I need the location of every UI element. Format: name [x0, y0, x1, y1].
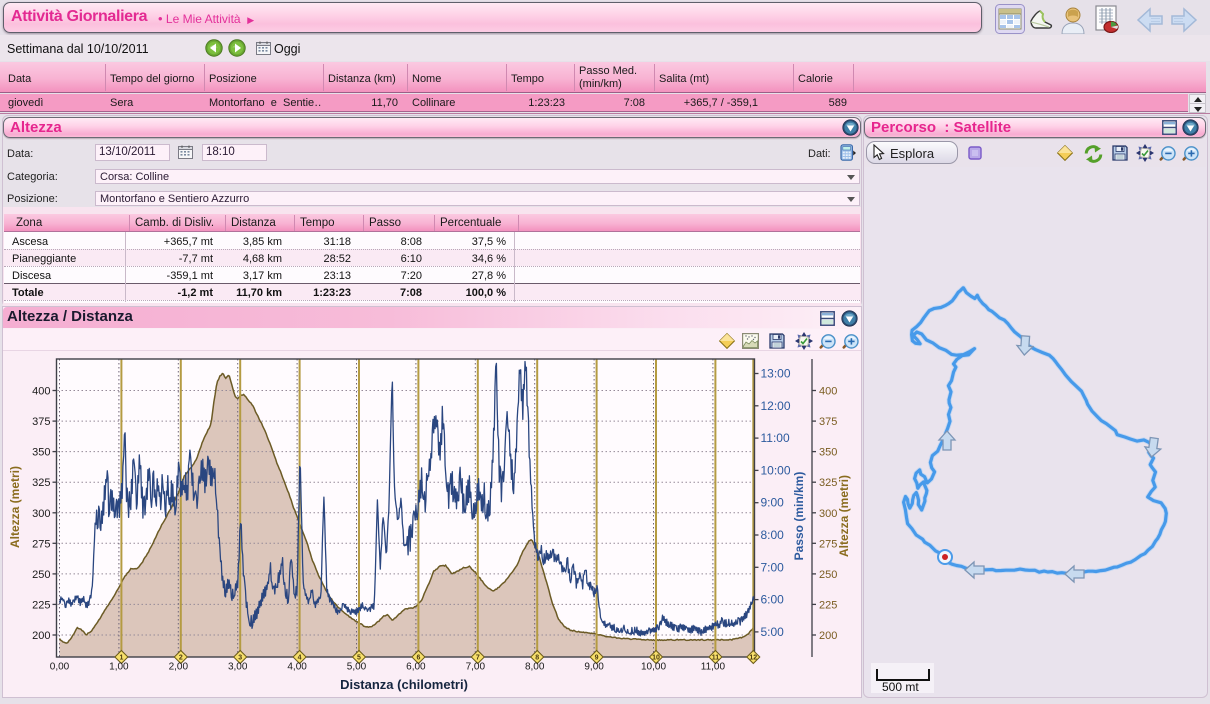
svg-text:500 mt: 500 mt — [882, 680, 919, 694]
